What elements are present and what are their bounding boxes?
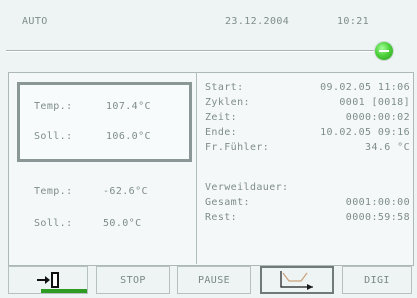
panel-divider xyxy=(196,72,197,264)
end-label: Ende: xyxy=(205,127,238,138)
stop-button[interactable]: STOP xyxy=(96,266,170,294)
sensor-1-soll-value: 106.0°C xyxy=(106,131,151,142)
mode-label: AUTO xyxy=(22,16,48,27)
cycles-value: 0001 [0018] xyxy=(339,97,410,108)
sensor-1-temp-label: Temp.: xyxy=(34,101,73,112)
status-indicator-icon xyxy=(375,42,393,60)
time-row: Zeit: 0000:00:02 xyxy=(205,112,410,126)
date-display: 23.12.2004 xyxy=(225,16,290,27)
program-info: Start: 09.02.05 11:06 Zyklen: 0001 [0018… xyxy=(205,82,410,262)
remaining-value: 0000:59:58 xyxy=(345,212,410,223)
curve-view-button[interactable] xyxy=(260,266,334,294)
total-row: Gesamt: 0001:00:00 xyxy=(205,197,410,211)
end-row: Ende: 10.02.05 09:16 xyxy=(205,127,410,141)
sensor-probe-row: Fr.Fühler: 34.6 °C xyxy=(205,142,410,156)
sensor-2-temp-label: Temp.: xyxy=(34,186,73,197)
sensor-1-soll-label: Soll.: xyxy=(34,131,73,142)
header-divider-highlight xyxy=(6,51,374,52)
header-bar: AUTO 23.12.2004 10:21 xyxy=(6,8,411,60)
end-value: 10.02.05 09:16 xyxy=(320,127,410,138)
sensor-2-soll-label: Soll.: xyxy=(34,218,73,229)
remaining-row: Rest: 0000:59:58 xyxy=(205,212,410,226)
pause-button[interactable]: PAUSE xyxy=(177,266,251,294)
controller-screen: AUTO 23.12.2004 10:21 Temp.: 107.4°C Sol… xyxy=(0,0,417,298)
sensor-2-temp-value: -62.6°C xyxy=(103,186,148,197)
start-row: Start: 09.02.05 11:06 xyxy=(205,82,410,96)
cycles-row: Zyklen: 0001 [0018] xyxy=(205,97,410,111)
exit-button-accent xyxy=(41,289,87,293)
sensor-probe-value: 34.6 °C xyxy=(365,142,410,153)
sensor-probe-label: Fr.Fühler: xyxy=(205,142,270,153)
time-value: 0000:00:02 xyxy=(345,112,410,123)
dwell-heading-row: Verweildauer: xyxy=(205,182,410,196)
total-label: Gesamt: xyxy=(205,197,250,208)
sensor-2-panel[interactable]: Temp.: -62.6°C Soll.: 50.0°C xyxy=(17,172,192,252)
cycles-label: Zyklen: xyxy=(205,97,250,108)
time-label: Zeit: xyxy=(205,112,238,123)
start-label: Start: xyxy=(205,82,244,93)
remaining-label: Rest: xyxy=(205,212,238,223)
sensor-2-soll-value: 50.0°C xyxy=(103,218,142,229)
digi-button[interactable]: DIGI xyxy=(342,266,412,294)
time-display: 10:21 xyxy=(337,16,370,27)
start-value: 09.02.05 11:06 xyxy=(320,82,410,93)
sensor-1-temp-value: 107.4°C xyxy=(106,101,151,112)
dwell-heading: Verweildauer: xyxy=(205,182,289,193)
exit-door-icon xyxy=(37,272,59,288)
exit-button[interactable] xyxy=(8,266,88,294)
total-value: 0001:00:00 xyxy=(345,197,410,208)
sensor-1-panel[interactable]: Temp.: 107.4°C Soll.: 106.0°C xyxy=(17,82,192,162)
temperature-curve-icon xyxy=(280,271,313,290)
